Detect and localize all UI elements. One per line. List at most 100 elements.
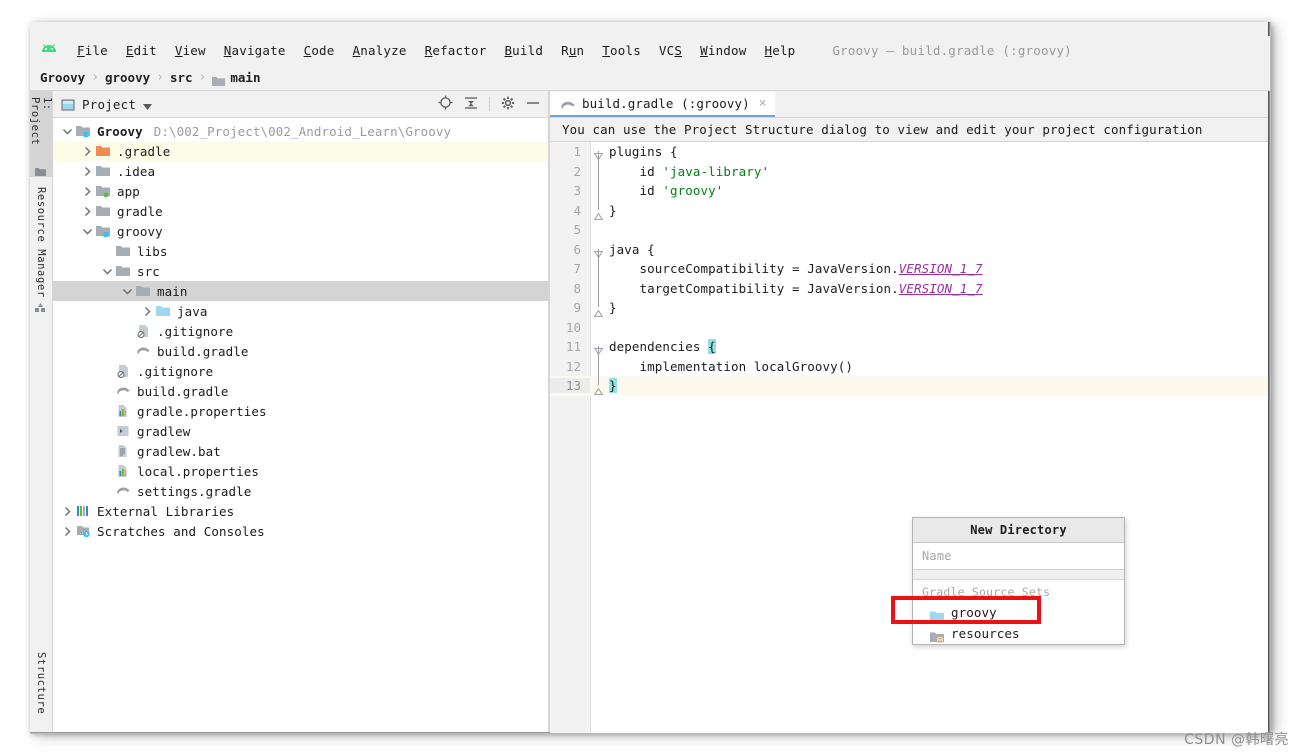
line-number: 10 <box>565 319 581 335</box>
screen-root: File Edit View Navigate Code Analyze Refactor B… <box>0 0 1299 753</box>
gradle-file-icon <box>116 484 131 498</box>
fold-marker-icon[interactable] <box>590 298 606 318</box>
menu-item-view[interactable]: View <box>166 41 215 60</box>
sidebar-item-project[interactable]: 1: Project <box>29 91 53 177</box>
menu-item-window[interactable]: Window <box>691 41 755 60</box>
scratches-icon <box>76 524 91 538</box>
tree-node-idea[interactable]: .idea <box>53 161 548 181</box>
tree-node-groovy[interactable]: groovy <box>53 221 548 241</box>
gradle-file-icon <box>560 97 576 110</box>
tree-node-gradlew[interactable]: gradlew <box>53 421 548 441</box>
fold-marker-icon[interactable] <box>590 376 606 396</box>
tree-node-gradle[interactable]: gradle <box>53 201 548 221</box>
fold-marker-icon[interactable] <box>590 142 606 162</box>
chevron-down-icon[interactable] <box>81 225 94 238</box>
code-line: 9} <box>550 298 1268 318</box>
locate-icon[interactable] <box>438 95 453 114</box>
code-viewport[interactable]: 1 plugins {2 id 'java-library' 3 id 'groov… <box>550 142 1268 733</box>
tree-node-settings-gradle[interactable]: settings.gradle <box>53 481 548 501</box>
tree-node-path: D:\002_Project\002_Android_Learn\Groovy <box>153 123 452 139</box>
chevron-down-icon[interactable] <box>101 265 114 278</box>
tree-node-scratches-and-consoles[interactable]: Scratches and Consoles <box>53 521 548 541</box>
line-number: 1 <box>573 144 581 160</box>
tree-node-external-libraries[interactable]: External Libraries <box>53 501 548 521</box>
menu-item-run[interactable]: Run <box>552 41 593 60</box>
tree-node-label: .gradle <box>117 143 171 159</box>
menu-item-refactor[interactable]: Refactor <box>416 41 496 60</box>
chevron-right-icon[interactable] <box>81 145 94 158</box>
menu-item-help[interactable]: Help <box>755 41 804 60</box>
breadcrumb-item-main[interactable]: main <box>230 70 260 85</box>
resource-manager-icon <box>35 302 47 313</box>
chevron-right-icon[interactable] <box>61 525 74 538</box>
code-text: targetCompatibility = JavaVersion.VERSIO… <box>609 280 983 296</box>
fold-marker-icon <box>590 356 606 376</box>
tree-node-label: main <box>157 283 188 299</box>
breadcrumb-item-src[interactable]: src <box>170 70 193 85</box>
chevron-right-icon[interactable] <box>81 185 94 198</box>
code-text: id 'groovy' <box>609 183 724 199</box>
annotation-highlight-box <box>891 596 1041 624</box>
menu-item-file[interactable]: File <box>68 41 117 60</box>
fold-marker-icon[interactable] <box>590 337 606 357</box>
tree-node-gitignore[interactable]: .gitignore <box>53 361 548 381</box>
tree-node-label: gradlew <box>137 423 191 439</box>
code-text: id 'java-library' <box>609 163 770 179</box>
excluded-folder-icon <box>96 144 111 158</box>
menu-item-code[interactable]: Code <box>295 41 344 60</box>
chevron-right-icon[interactable] <box>61 505 74 518</box>
breadcrumb-item-groovy[interactable]: Groovy <box>40 70 85 85</box>
menu-item-edit[interactable]: Edit <box>117 41 166 60</box>
tree-node-gradle-properties[interactable]: gradle.properties <box>53 401 548 421</box>
folder-icon <box>136 284 151 298</box>
menu-item-build[interactable]: Build <box>495 41 552 60</box>
close-icon[interactable]: × <box>759 97 767 110</box>
chevron-down-icon[interactable] <box>121 285 134 298</box>
tree-node-libs[interactable]: libs <box>53 241 548 261</box>
chevron-down-icon[interactable] <box>61 125 74 138</box>
popup-item-resources[interactable]: resources <box>913 623 1124 644</box>
settings-gear-icon[interactable] <box>501 95 515 114</box>
sidebar-item-structure[interactable]: Structure <box>30 646 52 726</box>
tree-node-build-gradle[interactable]: build.gradle <box>53 381 548 401</box>
collapse-all-icon[interactable] <box>464 95 478 114</box>
tree-node-app[interactable]: app <box>53 181 548 201</box>
fold-marker-icon[interactable] <box>590 240 606 260</box>
editor-tab-build-gradle[interactable]: build.gradle (:groovy) × <box>550 92 775 117</box>
line-number: 11 <box>565 339 581 355</box>
tree-node-groovy[interactable]: Groovy D:\002_Project\002_Android_Learn\G… <box>53 121 548 141</box>
tree-node-gradlew-bat[interactable]: gradlew.bat <box>53 441 548 461</box>
fold-marker-icon[interactable] <box>590 200 606 221</box>
gradle-file-icon <box>136 344 151 358</box>
tree-node-local-properties[interactable]: local.properties <box>53 461 548 481</box>
tree-node-java[interactable]: java <box>53 301 548 321</box>
line-number: 5 <box>573 222 581 238</box>
tree-node-label: gradle.properties <box>137 403 267 419</box>
menu-item-vcs[interactable]: VCS <box>650 41 691 60</box>
menu-item-analyze[interactable]: Analyze <box>344 41 416 60</box>
tool-tab-label: Resource Manager <box>35 187 47 298</box>
chevron-down-icon[interactable] <box>143 95 153 114</box>
new-directory-popup[interactable]: New Directory Name Gradle Source Sets gr… <box>912 517 1125 645</box>
chevron-right-icon[interactable] <box>81 205 94 218</box>
module-folder-icon <box>96 224 111 238</box>
menu-item-navigate[interactable]: Navigate <box>215 41 295 60</box>
tree-node-build-gradle[interactable]: build.gradle <box>53 341 548 361</box>
chevron-right-icon[interactable] <box>81 165 94 178</box>
gitignore-file-icon <box>136 324 151 339</box>
project-panel-actions <box>438 95 542 114</box>
tree-node-main[interactable]: main <box>53 281 548 301</box>
menu-bar: File Edit View Navigate Code Analyze Refactor B… <box>30 36 1270 64</box>
tree-node-gradle[interactable]: .gradle <box>53 141 548 161</box>
menu-item-tools[interactable]: Tools <box>593 41 650 60</box>
minimize-icon[interactable] <box>526 95 540 114</box>
tree-node-gitignore[interactable]: .gitignore <box>53 321 548 341</box>
sidebar-item-resource-manager[interactable]: Resource Manager <box>30 181 52 326</box>
tree-node-src[interactable]: src <box>53 261 548 281</box>
breadcrumb-item-groovy[interactable]: groovy <box>105 70 150 85</box>
chevron-right-icon[interactable] <box>141 305 154 318</box>
module-folder-icon <box>76 124 91 138</box>
directory-name-input[interactable]: Name <box>913 543 1124 570</box>
